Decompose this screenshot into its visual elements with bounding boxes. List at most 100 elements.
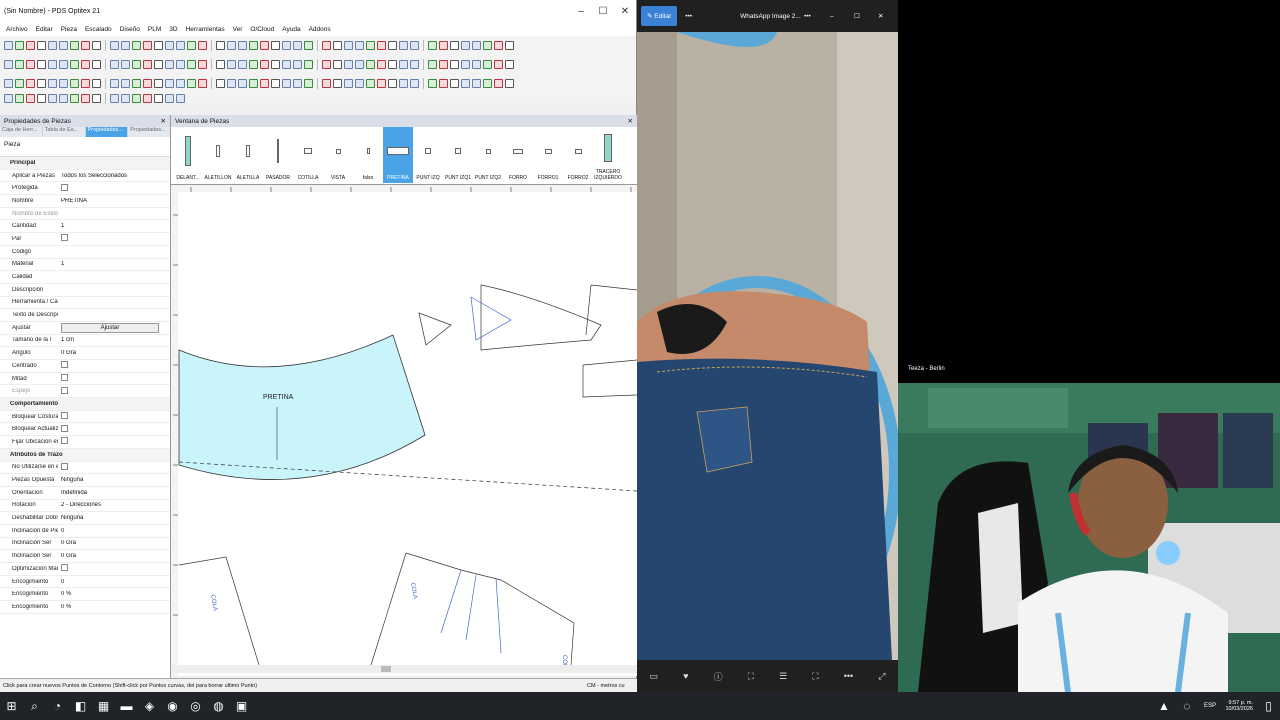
tool-button-icon[interactable] [4, 60, 13, 69]
piece-thumbnail[interactable]: ALETILLON [203, 127, 233, 183]
property-row[interactable]: Bloquear Costura [0, 411, 170, 424]
property-row[interactable]: Mitad [0, 373, 170, 386]
tool-button-icon[interactable] [4, 41, 13, 50]
tab-propiedades-puntos[interactable]: Propiedades... [128, 127, 170, 137]
tool-button-icon[interactable] [388, 79, 397, 88]
property-value[interactable]: 0 Gra [58, 553, 170, 559]
tool-button-icon[interactable] [92, 41, 101, 50]
piece-thumbnail[interactable]: PUNT IZQ [413, 127, 443, 183]
property-value[interactable]: Ninguna [58, 477, 170, 483]
tool-button-icon[interactable] [59, 93, 68, 103]
tool-button-icon[interactable] [439, 41, 448, 50]
tool-button-icon[interactable] [304, 41, 313, 50]
tool-button-icon[interactable] [198, 60, 207, 69]
tool-button-icon[interactable] [176, 41, 185, 50]
property-value[interactable]: Todos los Seleccionados [58, 173, 170, 179]
tool-button-icon[interactable] [198, 79, 207, 88]
tool-button-icon[interactable] [388, 41, 397, 50]
property-value[interactable]: 2 - Direcciones [58, 502, 170, 508]
tool-button-icon[interactable] [110, 41, 119, 50]
info-icon[interactable]: ⓘ [714, 670, 723, 683]
menu-ver[interactable]: Ver [233, 26, 243, 33]
piece-thumbnail[interactable]: FORRO [503, 127, 533, 183]
property-value[interactable]: Indefinida [58, 490, 170, 496]
tool-button-icon[interactable] [366, 41, 375, 50]
menu-pieza[interactable]: Pieza [61, 26, 77, 33]
tool-button-icon[interactable] [154, 93, 163, 103]
piece-thumbnail[interactable]: FORRO2 [563, 127, 593, 183]
tool-button-icon[interactable] [227, 41, 236, 50]
tool-button-icon[interactable] [187, 60, 196, 69]
property-row[interactable]: Ajustar Ajustar [0, 322, 170, 335]
property-row[interactable]: Fijar Ubicación er [0, 436, 170, 449]
property-checkbox[interactable] [61, 361, 68, 369]
property-value[interactable] [58, 437, 170, 446]
tool-button-icon[interactable] [249, 60, 258, 69]
tool-button-icon[interactable] [15, 79, 24, 88]
tool-button-icon[interactable] [377, 41, 386, 50]
tool-button-icon[interactable] [322, 41, 331, 50]
property-value[interactable] [58, 361, 170, 370]
tool-button-icon[interactable] [92, 60, 101, 69]
tool-button-icon[interactable] [132, 41, 141, 50]
tool-button-icon[interactable] [282, 41, 291, 50]
tool-button-icon[interactable] [143, 60, 152, 69]
photos-icon[interactable]: ▣ [230, 692, 253, 720]
search-icon[interactable]: ⌕ [23, 692, 46, 720]
property-value[interactable] [58, 462, 170, 472]
small-triangle-piece[interactable] [418, 312, 452, 346]
minimize-photo-icon[interactable]: – [830, 13, 854, 20]
tool-button-icon[interactable] [26, 79, 35, 88]
tool-button-icon[interactable] [132, 93, 141, 103]
tool-button-icon[interactable] [176, 79, 185, 88]
tool-button-icon[interactable] [26, 60, 35, 69]
piece-thumbnail[interactable]: falso [353, 127, 383, 183]
menu-herramientas[interactable]: Herramientas [186, 26, 225, 33]
property-checkbox[interactable] [61, 234, 68, 242]
property-value[interactable]: Ninguna [58, 515, 170, 521]
close-icon[interactable]: ✕ [614, 6, 636, 17]
tool-button-icon[interactable] [37, 79, 46, 88]
clock[interactable]: 9:57 p. m. 10/03/2026 [1221, 700, 1257, 712]
edge-icon[interactable]: ◎ [184, 692, 207, 720]
fit-icon[interactable]: ⛶ [812, 671, 818, 682]
tool-button-icon[interactable] [15, 93, 24, 103]
tool-button-icon[interactable] [322, 60, 331, 69]
tool-button-icon[interactable] [59, 41, 68, 50]
tool-button-icon[interactable] [70, 41, 79, 50]
tool-button-icon[interactable] [216, 41, 225, 50]
menu-3d[interactable]: 3D [169, 26, 177, 33]
property-row[interactable]: Código [0, 246, 170, 259]
property-value[interactable] [58, 424, 170, 434]
tool-button-icon[interactable] [450, 60, 459, 69]
tool-button-icon[interactable] [48, 41, 57, 50]
tool-button-icon[interactable] [154, 60, 163, 69]
piece-thumbnail[interactable]: VISTA [323, 127, 353, 183]
wifi-icon[interactable]: ◌ [1175, 692, 1198, 720]
property-checkbox[interactable] [61, 386, 68, 394]
property-value[interactable] [58, 183, 170, 193]
tool-button-icon[interactable] [48, 93, 57, 103]
property-row[interactable]: Nombre de Estilo [0, 208, 170, 221]
property-value[interactable] [58, 234, 170, 243]
tool-button-icon[interactable] [461, 60, 470, 69]
property-value[interactable]: 1 cm [58, 337, 170, 343]
tool-button-icon[interactable] [70, 60, 79, 69]
piece-outline-3[interactable] [582, 359, 638, 398]
tool-button-icon[interactable] [59, 79, 68, 88]
tool-button-icon[interactable] [81, 93, 90, 103]
tool-button-icon[interactable] [92, 93, 101, 103]
tool-button-icon[interactable] [26, 41, 35, 50]
tool-button-icon[interactable] [81, 60, 90, 69]
tool-button-icon[interactable] [461, 79, 470, 88]
tool-button-icon[interactable] [176, 60, 185, 69]
tool-button-icon[interactable] [472, 79, 481, 88]
menu-escalado[interactable]: Escalado [85, 26, 112, 33]
property-row[interactable]: Piezas Opuesta Ninguna [0, 474, 170, 487]
tool-button-icon[interactable] [143, 41, 152, 50]
tool-button-icon[interactable] [110, 60, 119, 69]
scrollbar-thumb[interactable] [381, 666, 391, 672]
more-icon[interactable]: ••• [804, 13, 830, 20]
property-value[interactable]: 0 [58, 528, 170, 534]
property-row[interactable]: Angulo 0 Gra [0, 347, 170, 360]
